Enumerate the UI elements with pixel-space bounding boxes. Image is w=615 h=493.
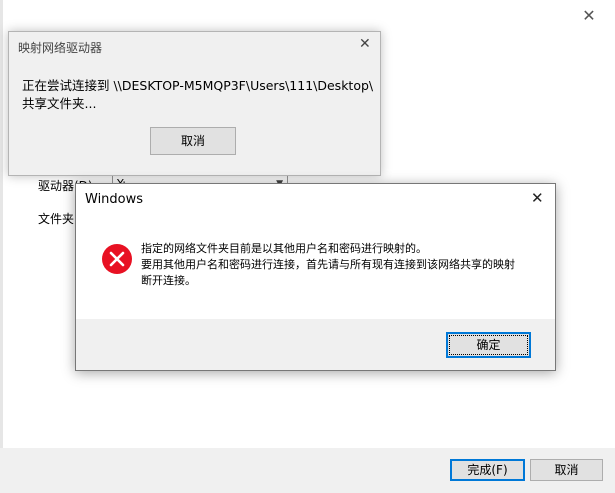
finish-button-label: 完成(F) xyxy=(467,463,508,477)
close-icon[interactable]: ✕ xyxy=(574,4,604,28)
progress-message: 正在尝试连接到 \\DESKTOP-M5MQP3F\Users\111\Desk… xyxy=(22,78,374,111)
error-message-line: 指定的网络文件夹目前是以其他用户名和密码进行映射的。 xyxy=(141,242,427,255)
ok-button-label: 确定 xyxy=(476,338,501,352)
progress-cancel-button[interactable]: 取消 xyxy=(150,127,236,155)
progress-dialog: 映射网络驱动器 ✕ 正在尝试连接到 \\DESKTOP-M5MQP3F\User… xyxy=(8,31,381,176)
close-icon[interactable]: ✕ xyxy=(359,36,371,52)
close-icon[interactable]: ✕ xyxy=(531,189,544,207)
error-dialog: Windows ✕ 指定的网络文件夹目前是以其他用户名和密码进行映射的。 要用其… xyxy=(75,183,556,371)
error-dialog-title: Windows xyxy=(85,192,144,207)
error-message: 指定的网络文件夹目前是以其他用户名和密码进行映射的。 要用其他用户名和密码进行连… xyxy=(141,241,541,289)
wizard-cancel-button-label: 取消 xyxy=(554,463,579,477)
error-icon xyxy=(102,244,132,274)
finish-button[interactable]: 完成(F) xyxy=(450,459,525,481)
folder-label: 文件夹 xyxy=(38,212,75,226)
wizard-cancel-button[interactable]: 取消 xyxy=(530,459,603,481)
error-message-line: 要用其他用户名和密码进行连接，首先请与所有现有连接到该网络共享的映射 xyxy=(141,258,515,271)
ok-button[interactable]: 确定 xyxy=(446,332,531,358)
error-message-line: 断开连接。 xyxy=(141,274,196,287)
wizard-footer: 完成(F) 取消 xyxy=(0,448,615,493)
progress-cancel-button-label: 取消 xyxy=(180,134,205,148)
error-dialog-footer: 确定 xyxy=(76,319,555,370)
window-edge xyxy=(0,0,3,493)
progress-dialog-title: 映射网络驱动器 xyxy=(18,41,103,55)
